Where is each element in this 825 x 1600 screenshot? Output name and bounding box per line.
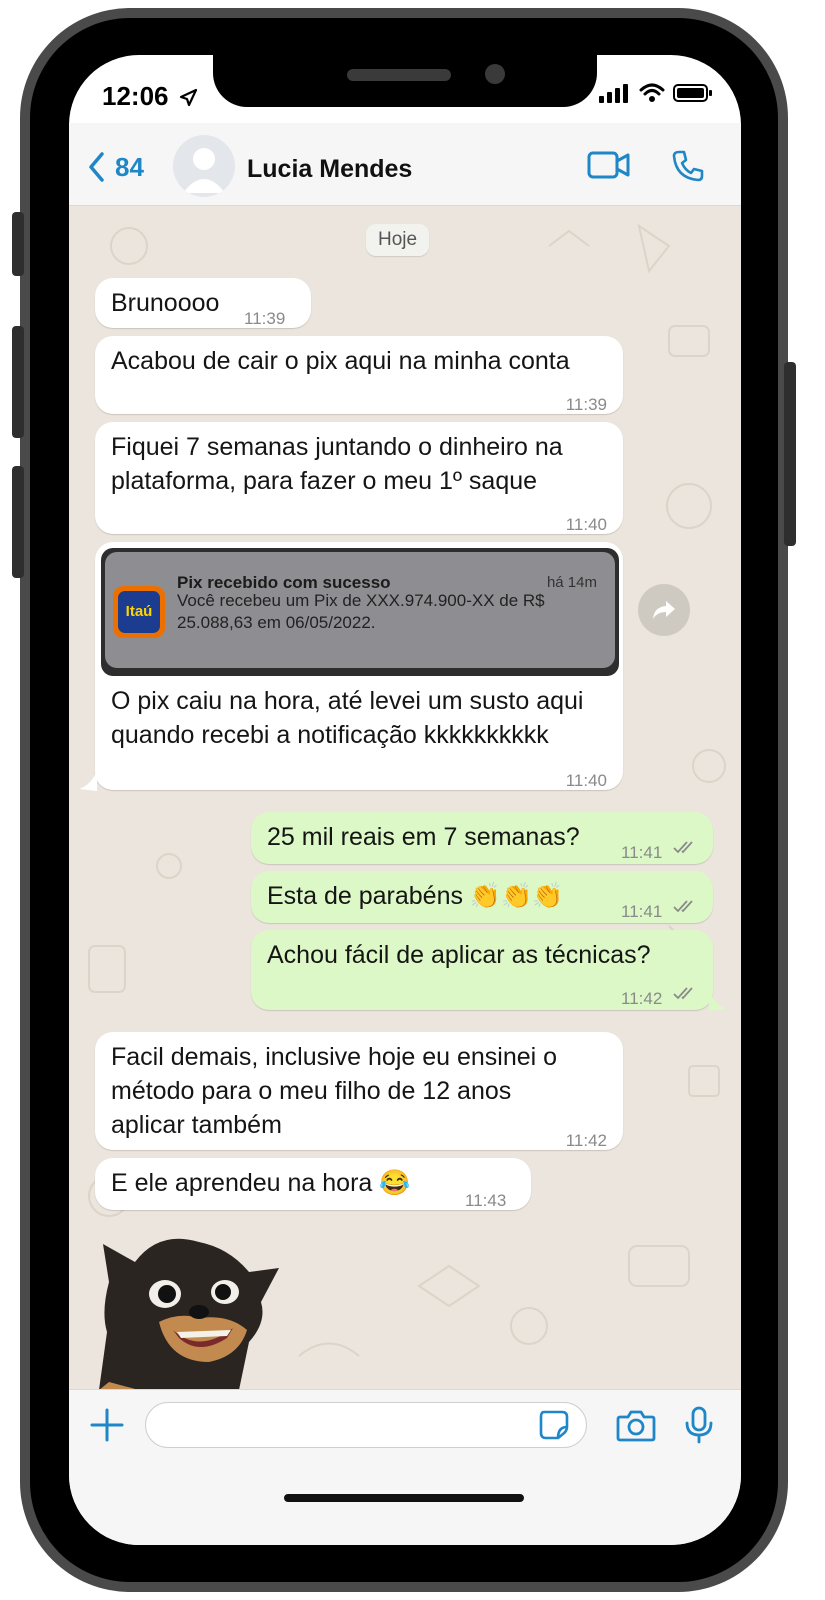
date-separator: Hoje	[366, 224, 430, 256]
phone-icon[interactable]	[671, 149, 705, 183]
double-check-icon	[673, 900, 693, 913]
front-camera	[485, 64, 505, 84]
bubble-tail-outgoing	[709, 991, 727, 1011]
sticker-icon[interactable]	[538, 1409, 570, 1441]
dog-sticker[interactable]	[99, 1222, 289, 1389]
battery-icon	[673, 84, 712, 102]
silent-switch	[12, 212, 24, 276]
unread-count: 84	[115, 151, 144, 182]
chat-area[interactable]: Hoje Brunoooo 11:39 Acabou de cair o pix…	[69, 206, 741, 1389]
status-icons	[599, 83, 713, 103]
itau-logo: Itaú	[113, 586, 165, 638]
video-camera-icon[interactable]	[587, 149, 631, 181]
camera-icon[interactable]	[616, 1408, 656, 1442]
double-check-icon	[673, 987, 693, 1000]
signal-icon	[599, 84, 628, 103]
message-time: 11:39	[565, 395, 607, 414]
input-bar	[69, 1389, 741, 1545]
contact-name[interactable]: Lucia Mendes	[247, 155, 412, 184]
message-text: Achou fácil de aplicar as técnicas?	[267, 941, 651, 969]
itau-logo-text: Itaú	[118, 591, 160, 633]
notification-screenshot[interactable]: Itaú Pix recebido com sucesso há 14m Voc…	[101, 548, 619, 676]
message-input[interactable]	[145, 1402, 587, 1448]
notification-body: Você recebeu um Pix de XXX.974.900-XX de…	[177, 591, 545, 632]
message-time: 11:39	[244, 309, 286, 328]
message-text: O pix caiu na hora, até levei um susto a…	[111, 687, 584, 749]
message-incoming[interactable]: E ele aprendeu na hora 😂 11:43	[95, 1158, 531, 1210]
message-text: Acabou de cair o pix aqui na minha conta	[111, 347, 570, 375]
home-indicator[interactable]	[284, 1494, 524, 1502]
back-button[interactable]: 84	[87, 151, 144, 183]
message-incoming[interactable]: Acabou de cair o pix aqui na minha conta…	[95, 336, 623, 414]
message-time: 11:40	[565, 771, 607, 790]
share-arrow-icon	[653, 601, 675, 619]
volume-down-button	[12, 466, 24, 578]
location-arrow-icon	[179, 89, 197, 107]
message-incoming-with-image[interactable]: Itaú Pix recebido com sucesso há 14m Voc…	[95, 542, 623, 790]
microphone-icon[interactable]	[684, 1406, 714, 1444]
phone-screen: 12:06 84 Lucia Mendes Hoje Brunoooo 11:3…	[69, 55, 741, 1545]
message-time: 11:42	[565, 1131, 607, 1150]
person-silhouette-icon	[183, 148, 225, 193]
message-outgoing[interactable]: Achou fácil de aplicar as técnicas? 11:4…	[251, 930, 713, 1010]
message-time: 11:42	[621, 989, 663, 1008]
message-text: E ele aprendeu na hora 😂	[111, 1169, 411, 1197]
wifi-icon	[639, 83, 665, 102]
message-incoming[interactable]: Fiquei 7 semanas juntando o dinheiro na …	[95, 422, 623, 534]
double-check-icon	[673, 841, 693, 854]
notch	[213, 55, 597, 107]
notification-card: Itaú Pix recebido com sucesso há 14m Voc…	[105, 552, 615, 668]
message-text: Facil demais, inclusive hoje eu ensinei …	[111, 1043, 558, 1139]
avatar[interactable]	[173, 135, 235, 197]
message-time: 11:41	[621, 902, 663, 921]
plus-icon[interactable]	[89, 1407, 125, 1443]
message-time: 11:40	[565, 515, 607, 534]
volume-up-button	[12, 326, 24, 438]
share-button[interactable]	[638, 584, 690, 636]
bubble-tail-incoming	[79, 771, 97, 791]
status-time-text: 12:06	[102, 81, 169, 111]
message-time: 11:41	[621, 843, 663, 862]
header-actions	[587, 149, 705, 183]
earpiece-speaker	[347, 69, 451, 81]
status-time: 12:06	[102, 81, 198, 112]
power-button	[784, 362, 796, 546]
message-incoming[interactable]: Brunoooo 11:39	[95, 278, 311, 328]
message-outgoing[interactable]: Esta de parabéns 👏👏👏 11:41	[251, 871, 713, 923]
message-text: Fiquei 7 semanas juntando o dinheiro na …	[111, 433, 563, 495]
chevron-left-icon	[89, 152, 104, 182]
chat-header: 84 Lucia Mendes	[69, 123, 741, 206]
message-incoming[interactable]: Facil demais, inclusive hoje eu ensinei …	[95, 1032, 623, 1150]
message-time: 11:43	[465, 1191, 507, 1210]
message-outgoing[interactable]: 25 mil reais em 7 semanas? 11:41	[251, 812, 713, 864]
